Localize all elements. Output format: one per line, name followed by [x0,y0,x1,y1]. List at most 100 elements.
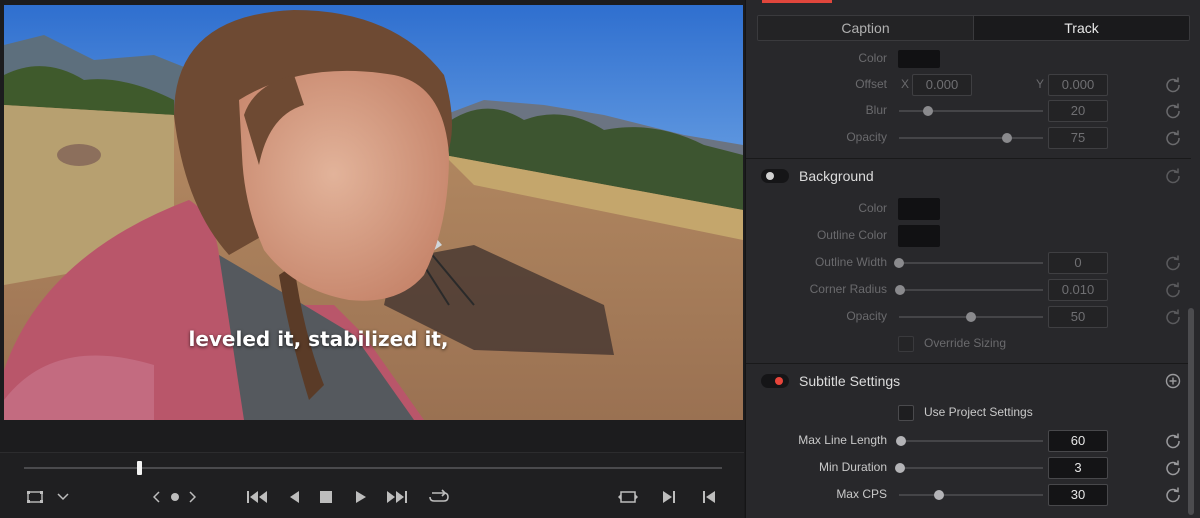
match-frame-icon[interactable] [616,486,640,508]
scrubber-track[interactable] [24,467,722,469]
min-duration-slider-knob[interactable] [895,463,905,473]
shadow-blur-slider-knob[interactable] [922,106,933,116]
offset-x-axis-label: X [901,77,910,91]
inspector-scrollbar[interactable] [1188,308,1194,515]
background-opacity-input[interactable]: 50 [1048,306,1108,328]
reset-icon[interactable] [1163,166,1183,186]
add-keyframe-icon[interactable] [1163,371,1183,391]
max-line-length-input[interactable]: 60 [1048,430,1108,452]
corner-radius-row: Corner Radius 0.010 [746,277,1200,303]
max-line-length-slider-track[interactable] [899,440,1043,442]
subtitle-settings-header: Subtitle Settings [746,366,1200,396]
viewer-panel: leveled it, stabilized it, [0,0,744,518]
shadow-offset-label: Offset [855,77,887,91]
video-image [4,5,743,420]
min-duration-slider-track[interactable] [899,467,1043,469]
use-project-settings-row: Use Project Settings [746,400,1200,426]
max-line-length-slider-knob[interactable] [896,436,906,446]
reset-icon[interactable] [1163,458,1183,478]
corner-radius-slider-track[interactable] [899,289,1043,291]
outline-width-slider-track[interactable] [899,262,1043,264]
section-divider [746,363,1191,364]
shadow-color-swatch[interactable] [898,50,940,68]
min-duration-input[interactable]: 3 [1048,457,1108,479]
max-cps-slider-knob[interactable] [934,490,945,500]
outline-width-input[interactable]: 0 [1048,252,1108,274]
reset-icon[interactable] [1163,253,1183,273]
override-sizing-checkbox[interactable] [898,336,914,352]
go-to-start-icon[interactable] [245,486,269,508]
play-icon[interactable] [353,486,369,508]
outline-width-row: Outline Width 0 [746,250,1200,276]
video-frame[interactable]: leveled it, stabilized it, [4,5,743,420]
tab-track[interactable]: Track [973,16,1189,40]
reset-icon[interactable] [1163,280,1183,300]
corner-radius-label: Corner Radius [809,282,887,296]
next-edit-icon[interactable] [660,486,678,508]
tab-caption[interactable]: Caption [758,16,973,40]
section-divider [746,158,1191,159]
shadow-blur-input[interactable]: 20 [1048,100,1108,122]
reset-icon[interactable] [1163,75,1183,95]
max-cps-row: Max CPS 30 [746,482,1200,508]
shadow-blur-slider-track[interactable] [899,110,1043,112]
toggle-dot [775,377,783,385]
min-duration-row: Min Duration 3 [746,455,1200,481]
active-tab-indicator [762,0,832,3]
background-section-header: Background [746,161,1200,191]
background-color-swatch[interactable] [898,198,940,220]
background-toggle[interactable] [761,169,789,183]
step-back-icon[interactable] [286,486,302,508]
prev-edit-icon[interactable] [700,486,718,508]
outline-color-swatch[interactable] [898,225,940,247]
max-cps-input[interactable]: 30 [1048,484,1108,506]
reset-icon[interactable] [1163,485,1183,505]
background-color-label: Color [858,201,887,215]
background-opacity-slider-knob[interactable] [966,312,976,322]
reset-icon[interactable] [1163,101,1183,121]
subtitle-overlay: leveled it, stabilized it, [188,327,449,351]
reset-icon[interactable] [1163,307,1183,327]
next-clip-icon[interactable] [185,486,199,508]
shadow-opacity-label: Opacity [846,130,887,144]
background-color-row: Color [746,196,1200,222]
subtitle-settings-toggle[interactable] [761,374,789,388]
shadow-opacity-slider-track[interactable] [899,137,1043,139]
max-cps-label: Max CPS [836,487,887,501]
outline-color-label: Outline Color [816,228,887,242]
outline-width-label: Outline Width [814,255,887,269]
shadow-opacity-row: Opacity 75 [746,125,1200,151]
outline-width-slider-knob[interactable] [894,258,904,268]
override-sizing-row: Override Sizing [746,331,1200,357]
loop-icon[interactable] [426,486,452,508]
stop-icon[interactable] [318,486,334,508]
subtitle-settings-title: Subtitle Settings [799,373,901,389]
shadow-offset-y-input[interactable]: 0.000 [1048,74,1108,96]
offset-y-axis-label: Y [1036,77,1045,91]
crop-icon[interactable] [24,486,46,508]
marker-dot-icon[interactable] [168,486,182,508]
go-to-end-icon[interactable] [385,486,409,508]
transport-bar [0,452,744,518]
shadow-color-row: Color [746,46,1200,72]
use-project-settings-checkbox[interactable] [898,405,914,421]
shadow-offset-x-input[interactable]: 0.000 [912,74,972,96]
shadow-opacity-input[interactable]: 75 [1048,127,1108,149]
corner-radius-input[interactable]: 0.010 [1048,279,1108,301]
inspector-tabbar: Caption Track [757,15,1190,41]
reset-icon[interactable] [1163,128,1183,148]
shadow-blur-row: Blur 20 [746,98,1200,124]
corner-radius-slider-knob[interactable] [895,285,905,295]
toggle-dot [766,172,774,180]
shadow-blur-label: Blur [865,103,887,117]
max-cps-slider-track[interactable] [899,494,1043,496]
playhead-handle[interactable] [137,461,143,475]
reset-icon[interactable] [1163,431,1183,451]
override-sizing-label: Override Sizing [924,336,1007,350]
background-opacity-label: Opacity [846,309,887,323]
prev-clip-icon[interactable] [150,486,164,508]
inspector-panel: Caption Track Color Offset X 0.000 Y 0.0… [745,0,1200,518]
chevron-down-icon[interactable] [56,486,70,508]
shadow-opacity-slider-knob[interactable] [1002,133,1012,143]
outline-color-row: Outline Color [746,223,1200,249]
